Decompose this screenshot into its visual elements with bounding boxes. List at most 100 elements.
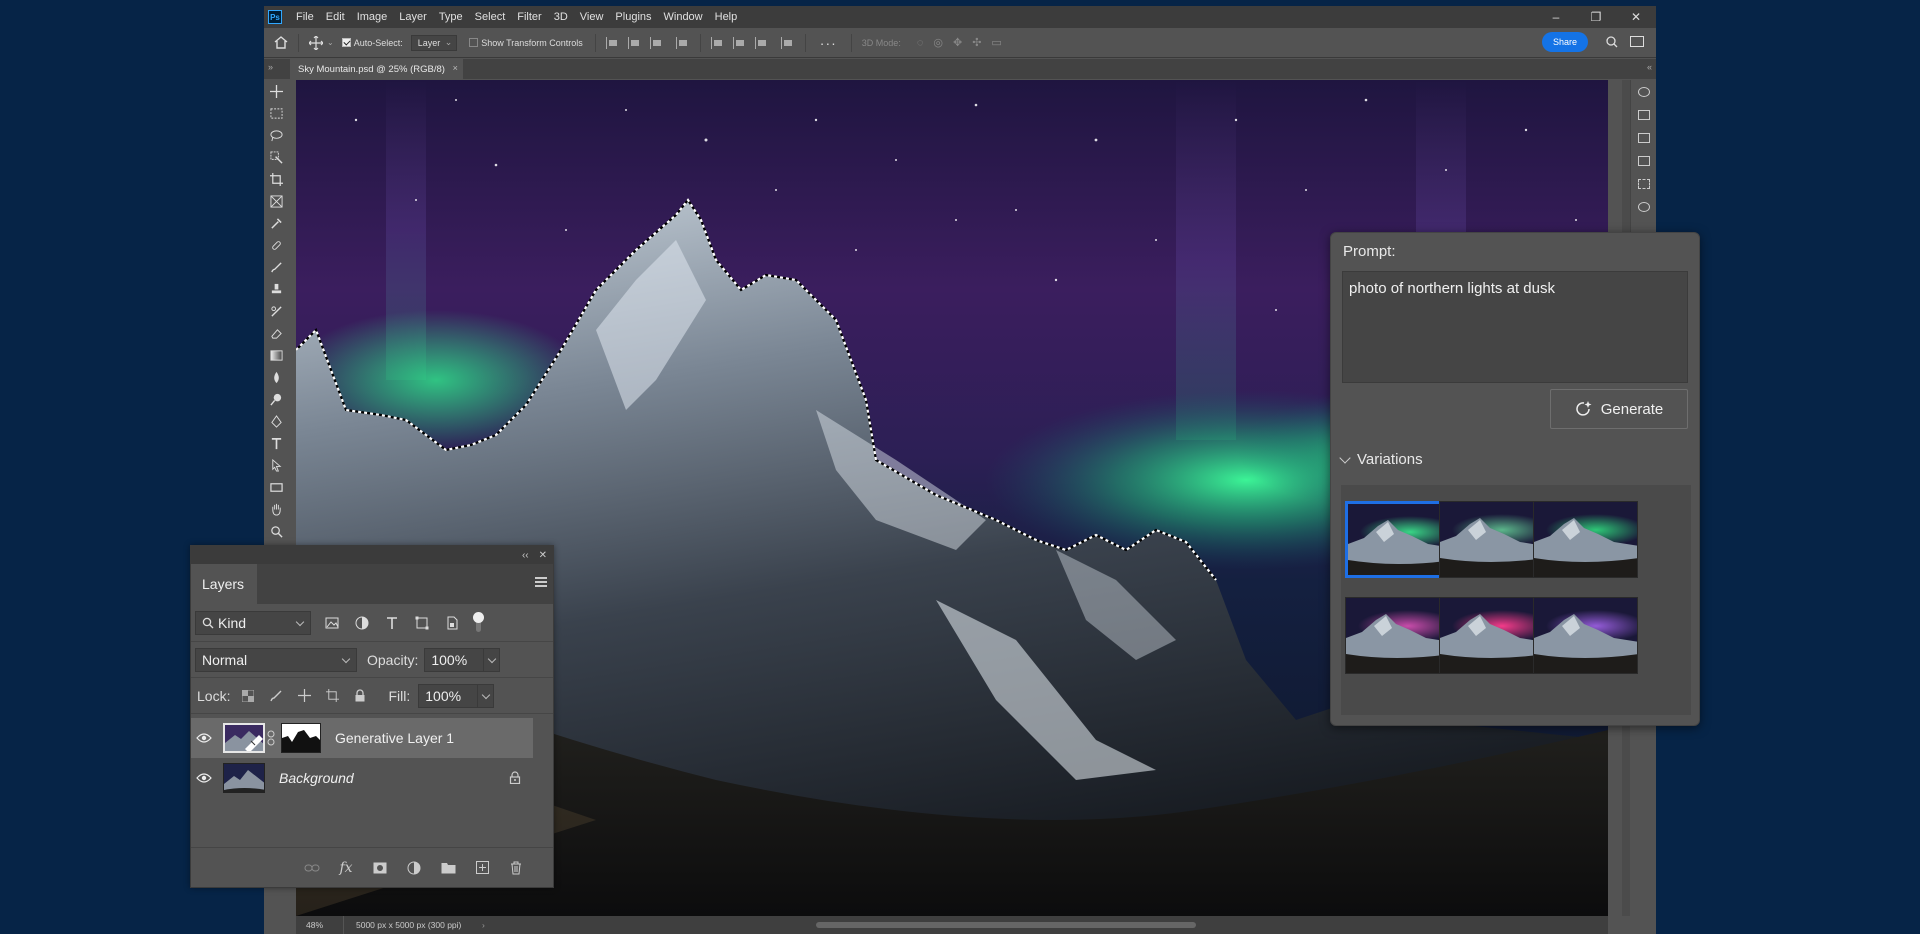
swatches-panel-icon[interactable] [1631,103,1656,126]
new-adjustment-layer-icon[interactable] [401,855,427,881]
blend-mode-dropdown[interactable]: Normal [195,647,357,672]
eraser-tool-icon[interactable] [264,322,288,344]
lasso-tool-icon[interactable] [264,124,288,146]
layer-mask-thumbnail[interactable] [281,723,321,753]
move-tool-icon[interactable] [264,80,288,102]
tab-layers[interactable]: Layers [191,564,257,604]
align-top-icon[interactable] [710,36,725,49]
brush-tool-icon[interactable] [264,256,288,278]
tool-preset-chevron-icon[interactable]: ⌄ [327,38,334,47]
variation-thumbnail[interactable] [1533,597,1638,674]
link-mask-icon[interactable] [267,730,277,746]
menu-plugins[interactable]: Plugins [609,11,657,23]
search-icon[interactable] [1606,36,1618,50]
close-window-button[interactable]: ✕ [1616,6,1656,28]
close-tab-icon[interactable]: × [453,63,458,73]
filter-shape-icon[interactable] [407,611,437,635]
generative-layer-thumbnail[interactable] [223,723,265,753]
close-panel-icon[interactable]: ✕ [539,550,547,561]
type-tool-icon[interactable] [264,432,288,454]
filter-pixel-icon[interactable] [317,611,347,635]
show-transform-checkbox[interactable] [469,38,479,47]
expand-panels-icon[interactable]: « [1647,62,1652,72]
align-left-icon[interactable] [605,36,620,49]
panel-menu-icon[interactable] [535,577,547,587]
link-layers-icon[interactable] [299,855,325,881]
home-icon[interactable] [270,32,292,54]
restore-button[interactable]: ❐ [1576,6,1616,28]
align-center-h-icon[interactable] [627,36,642,49]
healing-brush-icon[interactable] [264,234,288,256]
lock-transparent-icon[interactable] [234,684,262,708]
gradient-tool-icon[interactable] [264,344,288,366]
3d-slide-icon[interactable]: ✣ [972,36,981,49]
menu-view[interactable]: View [574,11,610,23]
dodge-tool-icon[interactable] [264,388,288,410]
layer-row-background[interactable]: Background [191,758,533,798]
marquee-tool-icon[interactable] [264,102,288,124]
background-layer-thumbnail[interactable] [223,763,265,793]
menu-type[interactable]: Type [433,11,469,23]
align-bottom-icon[interactable] [754,36,769,49]
hand-tool-icon[interactable] [264,498,288,520]
3d-scale-icon[interactable]: ▭ [991,36,1001,49]
menu-file[interactable]: File [290,11,320,23]
share-button[interactable]: Share [1541,32,1588,52]
new-group-folder-icon[interactable] [435,855,461,881]
clone-stamp-icon[interactable] [264,278,288,300]
status-menu-arrow-icon[interactable]: › [474,920,493,930]
path-select-icon[interactable] [264,454,288,476]
generate-button[interactable]: Generate [1550,389,1688,429]
auto-select-dropdown[interactable]: Layer ⌄ [410,34,458,51]
layer-locked-icon[interactable] [509,771,521,787]
collapse-panel-icon[interactable]: ‹‹ [522,550,529,561]
new-layer-icon[interactable] [469,855,495,881]
visibility-eye-icon[interactable] [191,758,217,798]
horizontal-scrollbar[interactable] [816,922,1196,928]
menu-3d[interactable]: 3D [548,11,574,23]
menu-image[interactable]: Image [351,11,394,23]
lock-position-icon[interactable] [290,684,318,708]
filter-adjustment-icon[interactable] [347,611,377,635]
frame-tool-icon[interactable] [264,190,288,212]
filter-kind-dropdown[interactable]: Kind [195,610,311,635]
history-brush-icon[interactable] [264,300,288,322]
menu-help[interactable]: Help [709,11,744,23]
workspace-icon[interactable] [1630,36,1644,47]
pen-tool-icon[interactable] [264,410,288,432]
lock-artboard-icon[interactable] [318,684,346,708]
zoom-level[interactable]: 48% [296,916,344,934]
minimize-button[interactable]: – [1536,6,1576,28]
fill-input[interactable]: 100% [418,683,479,708]
delete-layer-trash-icon[interactable] [503,855,529,881]
distribute-h-icon[interactable] [780,36,795,49]
opacity-slider-toggle[interactable] [484,647,501,672]
3d-roll-icon[interactable]: ◎ [933,36,943,49]
adjustments-panel-icon[interactable] [1631,195,1656,218]
3d-pan-icon[interactable]: ✥ [953,36,962,49]
layer-name[interactable]: Background [279,770,354,786]
align-right-icon[interactable] [649,36,664,49]
align-middle-icon[interactable] [732,36,747,49]
layer-style-fx-icon[interactable]: fx [333,855,359,881]
crop-tool-icon[interactable] [264,168,288,190]
variation-thumbnail[interactable] [1439,597,1544,674]
filter-type-icon[interactable] [377,611,407,635]
menu-edit[interactable]: Edit [320,11,351,23]
move-tool-icon[interactable] [305,32,327,54]
rectangle-tool-icon[interactable] [264,476,288,498]
layer-name[interactable]: Generative Layer 1 [335,730,454,746]
variation-thumbnail[interactable] [1533,501,1638,578]
distribute-v-icon[interactable] [675,36,690,49]
more-options-icon[interactable]: ··· [820,35,837,51]
variation-thumbnail[interactable] [1345,501,1450,578]
color-panel-icon[interactable] [1631,80,1656,103]
3d-orbit-icon[interactable]: ◌ [917,37,924,49]
filter-smart-object-icon[interactable] [437,611,467,635]
gradients-panel-icon[interactable] [1631,126,1656,149]
menu-layer[interactable]: Layer [393,11,433,23]
blur-tool-icon[interactable] [264,366,288,388]
collapse-toolbar-icon[interactable]: » [268,62,273,72]
object-select-tool-icon[interactable] [264,146,288,168]
visibility-eye-icon[interactable] [191,718,217,758]
